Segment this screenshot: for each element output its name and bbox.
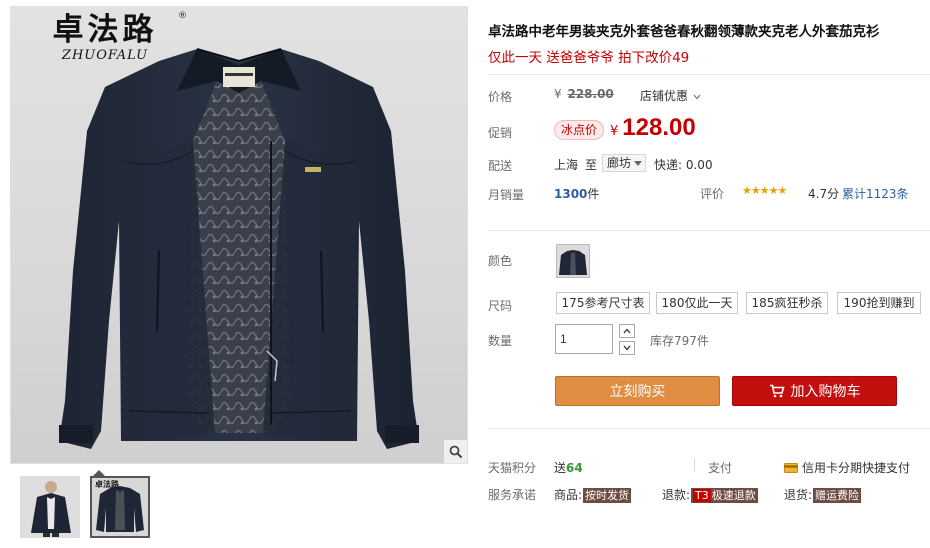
rating-stars: ★★★★★ [742, 184, 787, 197]
original-price: ¥ 228.00 [554, 87, 614, 101]
magnifier-icon [449, 445, 462, 458]
promo-badge: 冰点价 [554, 120, 605, 140]
monthly-sales-count: 1300 [554, 187, 588, 201]
destination-select[interactable]: 廊坊 [602, 154, 646, 172]
thumbnail-2[interactable]: 卓法路 [90, 476, 150, 538]
caret-down-icon [634, 161, 642, 166]
promo-price-currency: ¥ [610, 124, 619, 139]
tmall-points: 送64 [554, 459, 583, 476]
service-item-refund: 退款: T3 极速退款 [662, 486, 758, 503]
product-subtitle: 仅此一天 送爸爸爷爷 拍下改价49 [488, 50, 690, 66]
destination-value: 廊坊 [607, 156, 632, 170]
shop-discount-label: 店铺优惠 [640, 89, 689, 103]
credit-card-label: 信用卡分期 [802, 461, 863, 475]
color-swatch-image [557, 245, 589, 277]
service-item-return: 退货: 赠运费险 [784, 486, 862, 503]
quantity-increase-button[interactable] [619, 324, 635, 338]
rating-score: 4.7分 [808, 187, 840, 201]
thumbnail-1[interactable] [20, 476, 80, 538]
size-option[interactable]: 185疯狂秒杀 [746, 292, 828, 314]
zoom-button[interactable] [443, 439, 467, 463]
size-option[interactable]: 180仅此一天 [656, 292, 738, 314]
quantity-input[interactable] [555, 324, 613, 354]
size-option[interactable]: 190抢到赚到 [837, 292, 921, 314]
service-item-label: 退货: [784, 488, 813, 502]
shopping-cart-icon [769, 384, 785, 398]
jacket-illustration [59, 48, 419, 449]
quantity-label: 数量 [488, 334, 513, 348]
color-label: 颜色 [488, 254, 513, 268]
thumbnail-1-image [21, 477, 79, 537]
chevron-down-icon [693, 94, 701, 99]
promo-label: 促销 [488, 126, 513, 140]
promo-price: ¥128.00 [610, 114, 696, 142]
registered-mark: ® [178, 11, 187, 21]
service-item-delivery: 商品: 按时发货 [554, 486, 632, 503]
divider [488, 230, 930, 231]
service-item-label: 商品: [554, 488, 583, 502]
buy-now-label: 立刻购买 [609, 384, 666, 400]
credit-card-installment[interactable]: 信用卡分期 [784, 459, 862, 476]
original-price-currency: ¥ [554, 87, 562, 101]
divider [488, 74, 930, 75]
stock-count: 库存797件 [650, 334, 709, 348]
promo-price-value: 128.00 [622, 114, 696, 141]
quick-pay[interactable]: 快捷支付 [862, 459, 910, 476]
quantity-decrease-button[interactable] [619, 341, 635, 355]
tmall-points-label: 天猫积分 [488, 461, 537, 475]
thumbnail-2-logo: 卓法路 [95, 480, 119, 489]
size-label: 尺码 [488, 299, 513, 313]
ship-from: 上海 [554, 158, 579, 172]
tmall-points-value: 64 [566, 461, 583, 475]
tmall-points-prefix: 送 [554, 461, 567, 475]
vertical-divider [694, 458, 695, 472]
add-to-cart-label: 加入购物车 [790, 384, 861, 400]
divider [488, 428, 930, 429]
size-option[interactable]: 175参考尺寸表 [556, 292, 650, 314]
review-count-link[interactable]: 累计1123条 [842, 185, 909, 202]
color-swatch[interactable] [556, 244, 590, 278]
service-tag[interactable]: T3 极速退款 [691, 488, 758, 503]
original-price-value: 228.00 [567, 87, 614, 101]
shipping-fee: 快递: 0.00 [654, 158, 713, 172]
credit-card-icon [784, 463, 798, 473]
shop-discount-dropdown[interactable]: 店铺优惠 [640, 87, 701, 104]
product-title: 卓法路中老年男装夹克外套爸爸春秋翻领薄款夹克老人外套茄克衫 [488, 24, 880, 40]
chevron-down-icon [623, 345, 631, 351]
chevron-up-icon [623, 328, 631, 334]
rating-label: 评价 [700, 187, 725, 201]
price-label: 价格 [488, 90, 513, 104]
add-to-cart-button[interactable]: 加入购物车 [732, 376, 897, 406]
buy-now-button[interactable]: 立刻购买 [555, 376, 720, 406]
shipping-label: 配送 [488, 159, 513, 173]
service-tag-highlight: T3 [693, 489, 711, 502]
service-tag-text: 极速退款 [711, 489, 756, 502]
monthly-sales-label: 月销量 [488, 188, 525, 202]
service-promise-label: 服务承诺 [488, 488, 537, 502]
monthly-sales: 1300件 [554, 185, 599, 202]
service-tag[interactable]: 赠运费险 [813, 488, 862, 503]
monthly-sales-unit: 件 [587, 187, 600, 201]
main-product-image[interactable]: 卓法路 ZHUOFALU ® [10, 6, 468, 464]
payment-label: 支付 [708, 461, 733, 475]
ship-to-word: 至 [585, 158, 598, 172]
service-item-label: 退款: [662, 488, 691, 502]
service-tag[interactable]: 按时发货 [583, 488, 632, 503]
